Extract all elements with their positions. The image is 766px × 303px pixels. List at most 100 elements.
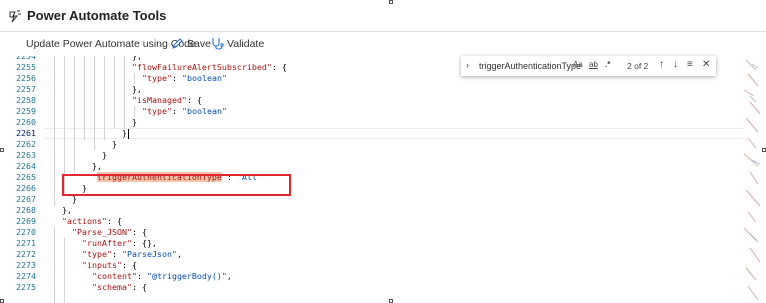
code-line: "type": "boolean" bbox=[142, 73, 227, 84]
match-case-toggle[interactable]: Aa bbox=[573, 60, 583, 69]
close-icon[interactable]: ✕ bbox=[702, 59, 710, 70]
code-line: "runAfter": {}, bbox=[82, 238, 157, 249]
code-line: } bbox=[132, 117, 137, 128]
code-token: }, bbox=[92, 161, 102, 171]
window-title: Power Automate Tools bbox=[27, 8, 167, 23]
code-line: "actions": { bbox=[62, 216, 122, 227]
code-token: } bbox=[102, 150, 107, 160]
whole-word-toggle[interactable]: ab bbox=[589, 60, 598, 69]
text-cursor bbox=[128, 129, 129, 139]
line-number: 2268 bbox=[16, 205, 36, 215]
code-token: "type" bbox=[142, 106, 172, 116]
line-number-gutter: 2254 2255 2256 2257 2258 2259 2260 2261 … bbox=[6, 56, 36, 303]
code-token: "runAfter" bbox=[82, 238, 132, 248]
code-token: "flowFailureAlertSubscribed" bbox=[132, 62, 272, 72]
code-line: }, bbox=[132, 84, 142, 95]
chevron-right-icon[interactable]: › bbox=[466, 60, 469, 70]
indent-guide bbox=[54, 227, 55, 303]
indent-guide bbox=[104, 56, 105, 140]
line-number: 2273 bbox=[16, 260, 36, 270]
code-token: } bbox=[112, 139, 117, 149]
code-token: , bbox=[176, 249, 182, 259]
code-token: : { bbox=[106, 216, 122, 226]
arrow-up-icon[interactable]: ↑ bbox=[659, 59, 664, 70]
minimap[interactable] bbox=[738, 56, 766, 303]
code-token: : { bbox=[271, 62, 287, 72]
line-number: 2264 bbox=[16, 161, 36, 171]
line-number: 2269 bbox=[16, 216, 36, 226]
code-token: "isManaged" bbox=[132, 95, 187, 105]
resize-handle-bottom[interactable] bbox=[389, 299, 393, 303]
indent-guide bbox=[74, 56, 75, 173]
code-line: } bbox=[112, 139, 117, 150]
code-token: }, bbox=[62, 205, 72, 215]
line-number: 2266 bbox=[16, 183, 36, 193]
indent-guide bbox=[124, 56, 125, 129]
find-widget: › triggerAuthenticationType Aa ab .* 2 o… bbox=[461, 56, 716, 76]
line-number: 2259 bbox=[16, 106, 36, 116]
code-line: }, bbox=[62, 205, 72, 216]
line-number: 2272 bbox=[16, 249, 36, 259]
code-line: "inputs": { bbox=[82, 260, 137, 271]
code-token: : { bbox=[131, 282, 147, 292]
code-token: }, bbox=[132, 84, 142, 94]
code-token: }, bbox=[132, 56, 142, 61]
line-number: 2267 bbox=[16, 194, 36, 204]
code-line: } bbox=[122, 128, 127, 139]
line-number: 2255 bbox=[16, 62, 36, 72]
code-line: "flowFailureAlertSubscribed": { bbox=[132, 62, 287, 73]
validate-button[interactable]: Validate bbox=[227, 38, 264, 50]
toolbar: Update Power Automate using Code Save Va… bbox=[0, 32, 766, 56]
line-number: 2263 bbox=[16, 150, 36, 160]
highlight-annotation-box bbox=[62, 174, 291, 196]
indent-guide bbox=[114, 56, 115, 129]
code-token: "boolean" bbox=[181, 73, 227, 83]
code-token: "schema" bbox=[92, 282, 132, 292]
code-token: : bbox=[171, 106, 182, 116]
code-token: : {}, bbox=[131, 238, 157, 248]
line-number: 2256 bbox=[16, 73, 36, 83]
power-automate-tools-icon bbox=[9, 10, 21, 23]
code-line: "isManaged": { bbox=[132, 95, 202, 106]
regex-toggle[interactable]: .* bbox=[605, 60, 610, 69]
code-token: } bbox=[132, 117, 137, 127]
line-number: 2275 bbox=[16, 282, 36, 292]
code-token: "Parse_JSON" bbox=[72, 227, 132, 237]
code-token: : bbox=[111, 249, 122, 259]
resize-handle-right[interactable] bbox=[762, 148, 766, 152]
indent-guide bbox=[134, 73, 135, 84]
code-token: : bbox=[171, 73, 182, 83]
indent-guide bbox=[94, 56, 95, 150]
match-count: 2 of 2 bbox=[627, 61, 649, 71]
stethoscope-icon[interactable] bbox=[211, 37, 224, 50]
line-number: 2257 bbox=[16, 84, 36, 94]
code-token: "type" bbox=[142, 73, 172, 83]
line-number: 2260 bbox=[16, 117, 36, 127]
code-token: : { bbox=[186, 95, 202, 105]
resize-handle-left[interactable] bbox=[0, 148, 4, 152]
code-line: "schema": { bbox=[92, 282, 147, 293]
code-line: "Parse_JSON": { bbox=[72, 227, 147, 238]
code-token: "actions" bbox=[62, 216, 107, 226]
line-number: 2265 bbox=[16, 172, 36, 182]
code-token: "content" bbox=[92, 271, 137, 281]
save-button[interactable]: Save bbox=[187, 38, 211, 50]
line-number: 2262 bbox=[16, 139, 36, 149]
find-in-selection-icon[interactable]: ≡ bbox=[687, 59, 693, 70]
resize-handle-top[interactable] bbox=[389, 0, 393, 4]
resize-handle-bottom-left[interactable] bbox=[0, 299, 4, 303]
current-line-highlight bbox=[44, 128, 744, 139]
code-token: "boolean" bbox=[181, 106, 227, 116]
indent-guide bbox=[134, 106, 135, 117]
code-line: "type": "ParseJson", bbox=[82, 249, 182, 260]
code-line: "content": "@triggerBody()", bbox=[92, 271, 232, 282]
code-token: : bbox=[136, 271, 147, 281]
arrow-down-icon[interactable]: ↓ bbox=[673, 59, 678, 70]
find-input[interactable]: triggerAuthenticationType bbox=[479, 61, 581, 71]
indent-guide bbox=[64, 238, 65, 303]
title-bar: Power Automate Tools bbox=[0, 0, 766, 32]
line-number-active: 2261 bbox=[16, 128, 36, 138]
pencil-icon[interactable] bbox=[171, 37, 184, 50]
line-number: 2271 bbox=[16, 238, 36, 248]
code-token: : { bbox=[131, 227, 147, 237]
